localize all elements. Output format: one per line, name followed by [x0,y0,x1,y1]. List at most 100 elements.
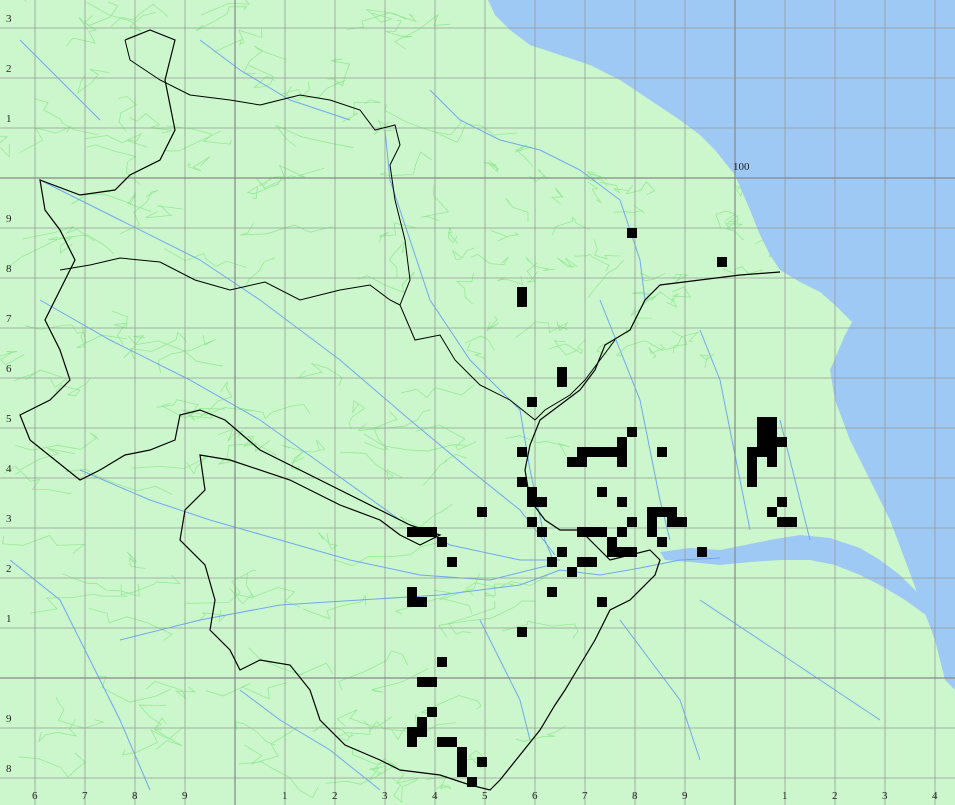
record-square [777,437,787,447]
record-square [627,427,637,437]
record-square [747,447,757,457]
record-square [517,287,527,297]
record-square [767,457,777,467]
record-square [717,257,727,267]
record-square [617,527,627,537]
record-square [417,527,427,537]
record-square [657,507,667,517]
left-tick-label: 2 [6,63,12,75]
record-square [617,497,627,507]
record-square [617,547,627,557]
record-square [477,757,487,767]
record-square [777,517,787,527]
record-square [407,737,417,747]
record-square [677,517,687,527]
record-square [527,497,537,507]
record-square [557,377,567,387]
bottom-tick-label: 8 [132,790,138,802]
left-tick-label: 7 [6,313,12,325]
record-square [577,457,587,467]
record-square [597,487,607,497]
record-square [457,747,467,757]
record-square [467,777,477,787]
record-square [437,537,447,547]
record-square [437,737,447,747]
record-square [697,547,707,557]
record-square [607,537,617,547]
bottom-tick-label: 4 [932,790,938,802]
record-square [767,507,777,517]
record-square [627,517,637,527]
record-square [767,437,777,447]
record-square [587,557,597,567]
record-square [607,447,617,457]
record-square [617,447,627,457]
record-square [757,437,767,447]
distribution-map: 100 3 2 1 9 8 7 6 5 4 3 2 1 9 8 6 7 8 9 1 2 3 4 5 6 7 8 9 1 2 3 4 [0,0,955,805]
record-square [577,557,587,567]
left-tick-label: 8 [6,263,12,275]
record-square [567,567,577,577]
record-square [597,447,607,457]
record-square [407,527,417,537]
record-square [517,627,527,637]
bottom-tick-label: 5 [482,790,488,802]
bottom-tick-label: 7 [582,790,588,802]
record-square [747,457,757,467]
record-square [517,477,527,487]
record-square [547,587,557,597]
bottom-tick-label: 3 [382,790,388,802]
record-square [517,297,527,307]
record-square [517,447,527,457]
left-tick-label: 1 [6,613,12,625]
bottom-tick-label: 4 [432,790,438,802]
left-tick-label: 4 [6,463,12,475]
record-square [417,677,427,687]
record-square [457,757,467,767]
record-square [427,677,437,687]
record-square [597,527,607,537]
record-square [627,547,637,557]
left-tick-label: 6 [6,363,12,375]
bottom-tick-label: 9 [682,790,688,802]
record-square [667,507,677,517]
record-square [787,517,797,527]
bottom-tick-label: 3 [882,790,888,802]
left-tick-label: 5 [6,413,12,425]
record-square [407,597,417,607]
record-square [657,447,667,457]
record-square [587,527,597,537]
record-square [747,477,757,487]
left-tick-label: 3 [6,13,12,25]
left-tick-label: 2 [6,563,12,575]
left-tick-label: 9 [6,713,12,725]
record-square [417,717,427,727]
record-square [757,417,767,427]
left-tick-label: 3 [6,513,12,525]
record-square [577,527,587,537]
record-square [417,597,427,607]
record-square [577,447,587,457]
record-square [587,447,597,457]
record-square [547,557,557,567]
record-square [437,657,447,667]
grid-label-hundred: 100 [733,161,750,173]
left-tick-label: 9 [6,213,12,225]
record-square [777,497,787,507]
record-square [447,737,457,747]
record-square [407,727,417,737]
record-square [617,457,627,467]
record-square [757,447,767,457]
record-square [767,417,777,427]
record-square [647,507,657,517]
record-square [647,517,657,527]
record-square [527,517,537,527]
record-square [527,487,537,497]
record-square [527,397,537,407]
record-square [537,497,547,507]
bottom-tick-label: 6 [532,790,538,802]
record-square [657,537,667,547]
bottom-tick-label: 1 [282,790,288,802]
bottom-tick-label: 2 [832,790,838,802]
bottom-tick-label: 2 [332,790,338,802]
